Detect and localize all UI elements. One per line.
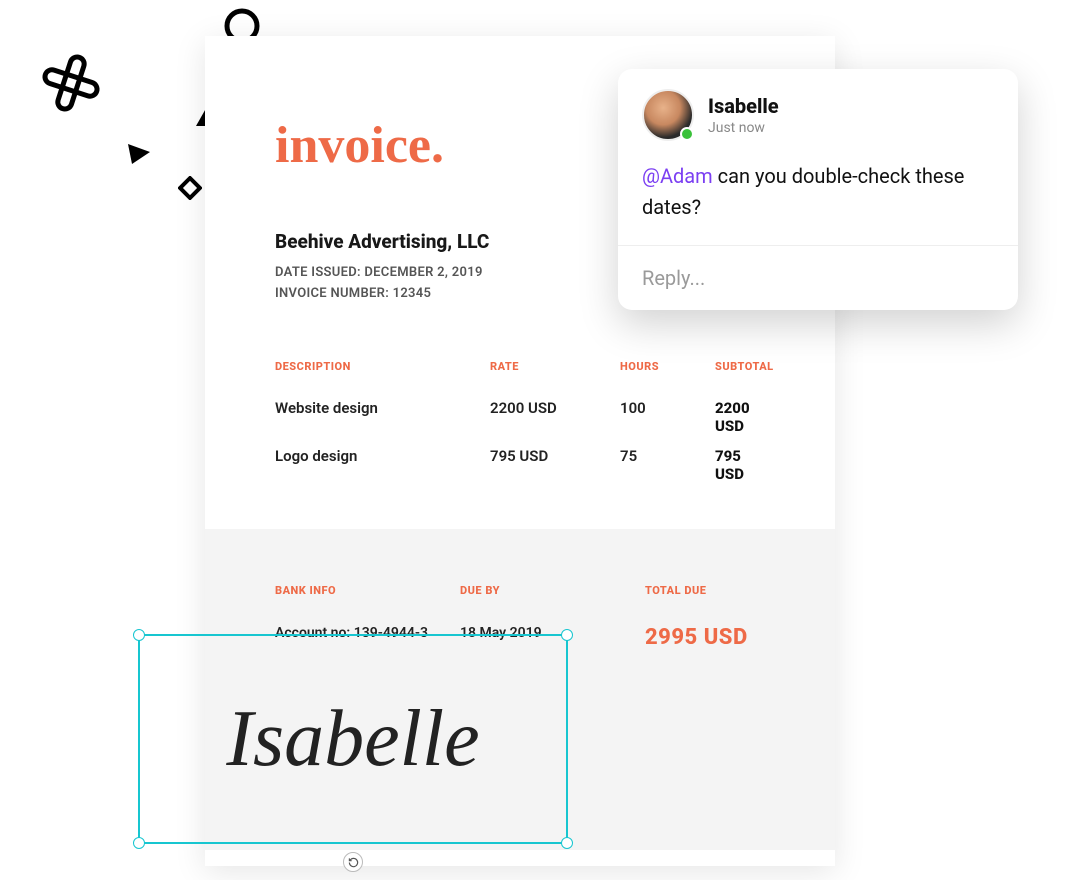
col-hours: HOURS [620,360,715,393]
diamond-icon [178,176,202,200]
bank-info-label: BANK INFO [275,584,460,625]
x-icon [36,48,106,118]
date-issued-label: DATE ISSUED: [275,265,361,280]
comment-time: Just now [708,120,779,136]
table-cell: Logo design [275,447,490,489]
total-due-value: 2995 USD [645,625,765,650]
total-due-label: TOTAL DUE [645,584,765,625]
col-subtotal: SUBTOTAL [715,360,774,393]
invoice-number-value: 12345 [393,286,432,301]
table-cell: 2200 USD [715,399,774,441]
triangle-small-icon [128,144,150,164]
invoice-table: DESCRIPTION RATE HOURS SUBTOTAL Website … [275,360,765,489]
table-cell: Website design [275,399,490,441]
table-cell: 100 [620,399,715,441]
comment-body: @Adam can you double-check these dates? [618,149,1018,245]
status-online-icon [680,127,694,141]
mention[interactable]: @Adam [642,164,713,188]
comment-card: Isabelle Just now @Adam can you double-c… [618,69,1018,310]
table-cell: 75 [620,447,715,489]
signature-text[interactable]: Isabelle [140,636,566,842]
avatar[interactable] [642,89,694,141]
table-cell: 795 USD [490,447,620,489]
resize-handle-tl[interactable] [133,629,145,641]
rotate-icon [348,853,359,872]
table-cell: 795 USD [715,447,774,489]
due-by-label: DUE BY [460,584,645,625]
table-cell: 2200 USD [490,399,620,441]
invoice-number-label: INVOICE NUMBER: [275,286,389,301]
selection-frame[interactable]: Isabelle [138,634,568,844]
col-description: DESCRIPTION [275,360,490,393]
resize-handle-tr[interactable] [561,629,573,641]
date-issued-value: DECEMBER 2, 2019 [364,265,482,280]
reply-input[interactable] [642,266,994,290]
resize-handle-br[interactable] [561,837,573,849]
rotate-handle[interactable] [343,852,363,872]
resize-handle-bl[interactable] [133,837,145,849]
col-rate: RATE [490,360,620,393]
comment-author: Isabelle [708,94,779,118]
